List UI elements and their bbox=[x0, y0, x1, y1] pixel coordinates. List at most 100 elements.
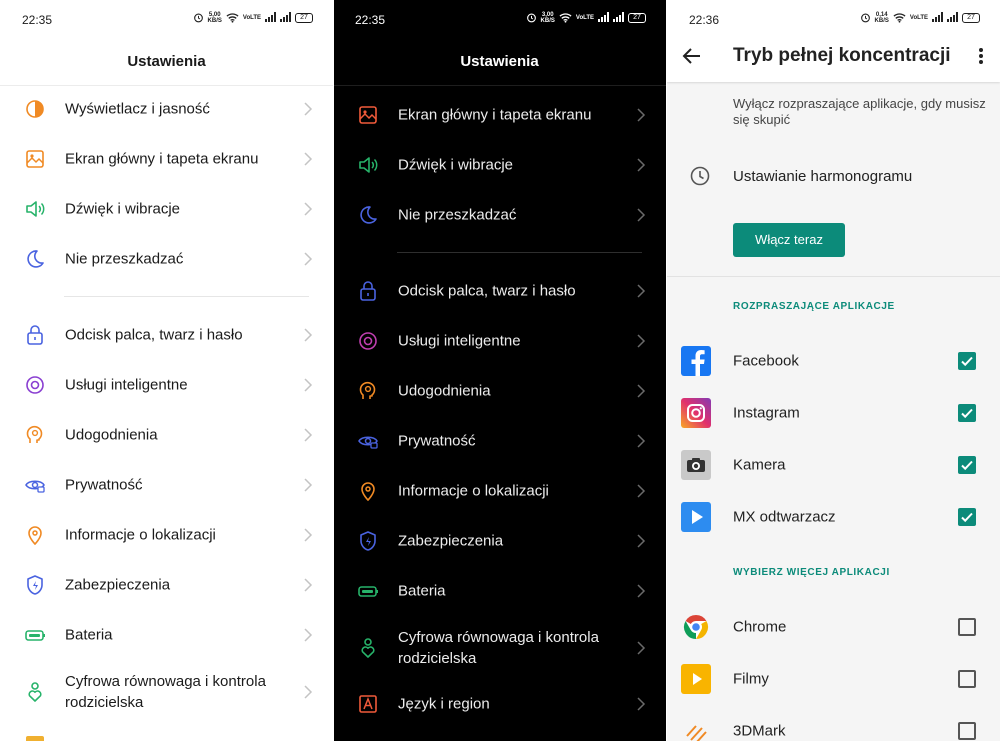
settings-item-accessibility[interactable]: Udogodnienia bbox=[333, 366, 666, 416]
settings-item-label: Język i region bbox=[398, 695, 490, 713]
settings-item-protection[interactable]: Zabezpieczenia bbox=[333, 516, 666, 566]
settings-item-wallpaper[interactable]: Ekran główny i tapeta ekranu bbox=[0, 134, 333, 184]
app-row-chrome[interactable]: Chrome bbox=[667, 601, 1000, 653]
volte-badge: VoLTE bbox=[909, 15, 928, 21]
settings-item-label: Ekran główny i tapeta ekranu bbox=[398, 106, 592, 124]
checkbox-checked[interactable] bbox=[958, 352, 976, 370]
settings-item-label: Odcisk palca, twarz i hasło bbox=[398, 282, 576, 300]
target-icon bbox=[24, 374, 46, 396]
settings-panel-dark: 22:35 3,00 KB/S VoLTE 27 Ustawienia Ekran… bbox=[333, 0, 666, 741]
settings-item-location[interactable]: Informacje o lokalizacji bbox=[333, 466, 666, 516]
app-row-camera[interactable]: Kamera bbox=[667, 439, 1000, 491]
lock-icon bbox=[24, 324, 46, 346]
settings-item-sound[interactable]: Dźwięk i wibracje bbox=[333, 140, 666, 190]
settings-item-accessibility[interactable]: Udogodnienia bbox=[0, 410, 333, 460]
brightness-icon bbox=[24, 98, 46, 120]
section-header-more-apps: WYBIERZ WIĘCEJ APLIKACJI bbox=[733, 567, 890, 578]
chevron-right-icon bbox=[303, 377, 313, 393]
settings-item-protection[interactable]: Zabezpieczenia bbox=[0, 560, 333, 610]
heart-person-icon bbox=[357, 637, 379, 659]
settings-item-location[interactable]: Informacje o lokalizacji bbox=[0, 510, 333, 560]
app-row-facebook[interactable]: Facebook bbox=[667, 335, 1000, 387]
checkbox-checked[interactable] bbox=[958, 404, 976, 422]
battery-level: 27 bbox=[962, 13, 980, 23]
chevron-right-icon bbox=[636, 107, 646, 123]
section-header-distracting: ROZPRASZAJĄCE APLIKACJE bbox=[733, 301, 895, 312]
status-time: 22:35 bbox=[22, 13, 53, 27]
app-label: 3DMark bbox=[733, 722, 786, 740]
app-row-filmy[interactable]: Filmy bbox=[667, 653, 1000, 705]
app-row-instagram[interactable]: Instagram bbox=[667, 387, 1000, 439]
wifi-icon bbox=[893, 12, 906, 25]
checkbox-unchecked[interactable] bbox=[958, 670, 976, 688]
settings-item-security-lock[interactable]: Odcisk palca, twarz i hasło bbox=[333, 266, 666, 316]
settings-item-language[interactable]: Język i region bbox=[333, 679, 666, 729]
settings-item-label: Bateria bbox=[398, 582, 446, 600]
battery-icon bbox=[24, 624, 46, 646]
settings-item-label: Informacje o lokalizacji bbox=[65, 526, 216, 544]
section-divider bbox=[397, 252, 642, 253]
battery-level: 27 bbox=[628, 13, 646, 23]
settings-item-display[interactable]: Wyświetlacz i jasność bbox=[0, 84, 333, 134]
checkbox-unchecked[interactable] bbox=[958, 722, 976, 740]
page-title: Ustawienia bbox=[127, 53, 206, 70]
signal-icon bbox=[947, 12, 958, 24]
chevron-right-icon bbox=[636, 483, 646, 499]
settings-item-smart-services[interactable]: Usługi inteligentne bbox=[0, 360, 333, 410]
settings-item-smart-services[interactable]: Usługi inteligentne bbox=[333, 316, 666, 366]
settings-item-dnd[interactable]: Nie przeszkadzać bbox=[333, 190, 666, 240]
heart-person-icon bbox=[24, 681, 46, 703]
focus-mode-panel: 22:36 0,14 KB/S VoLTE 27 Tryb pełnej konc… bbox=[667, 0, 1000, 741]
settings-item-digital-wellbeing[interactable]: Cyfrowa równowaga i kontrola rodzicielsk… bbox=[333, 620, 666, 676]
settings-item-label: Informacje o lokalizacji bbox=[398, 482, 549, 500]
status-bar: 22:36 0,14 KB/S VoLTE 27 bbox=[667, 0, 1000, 40]
location-pin-icon bbox=[24, 524, 46, 546]
network-speed: 0,14 KB/S bbox=[874, 12, 889, 24]
enable-now-button[interactable]: Włącz teraz bbox=[733, 223, 845, 257]
chevron-right-icon bbox=[303, 684, 313, 700]
app-row-mx-player[interactable]: MX odtwarzacz bbox=[667, 491, 1000, 543]
app-row-3dmark[interactable]: 3DMark bbox=[667, 705, 1000, 741]
settings-item-digital-wellbeing[interactable]: Cyfrowa równowaga i kontrola rodzicielsk… bbox=[0, 664, 333, 720]
checkbox-checked[interactable] bbox=[958, 456, 976, 474]
settings-item-privacy[interactable]: Prywatność bbox=[333, 416, 666, 466]
settings-item-label: Nie przeszkadzać bbox=[65, 250, 184, 268]
wallpaper-icon bbox=[24, 148, 46, 170]
settings-item-label: Usługi inteligentne bbox=[65, 376, 188, 394]
moon-icon bbox=[357, 204, 379, 226]
settings-item-privacy[interactable]: Prywatność bbox=[0, 460, 333, 510]
settings-item-label: Dźwięk i wibracje bbox=[398, 156, 514, 174]
settings-item-label: Bateria bbox=[65, 626, 113, 644]
back-arrow-icon[interactable] bbox=[681, 45, 703, 67]
head-icon bbox=[357, 380, 379, 402]
settings-item-battery[interactable]: Bateria bbox=[333, 566, 666, 616]
play-icon bbox=[681, 502, 711, 532]
settings-item-security-lock[interactable]: Odcisk palca, twarz i hasło bbox=[0, 310, 333, 360]
settings-item-battery[interactable]: Bateria bbox=[0, 610, 333, 660]
chevron-right-icon bbox=[636, 333, 646, 349]
instagram-icon bbox=[681, 398, 711, 428]
speaker-icon bbox=[357, 154, 379, 176]
panel-gap bbox=[333, 0, 334, 741]
settings-item-sound[interactable]: Dźwięk i wibracje bbox=[0, 184, 333, 234]
signal-icon bbox=[598, 12, 609, 24]
shield-icon bbox=[357, 530, 379, 552]
settings-item-dnd[interactable]: Nie przeszkadzać bbox=[0, 234, 333, 284]
chevron-right-icon bbox=[303, 627, 313, 643]
alarm-icon bbox=[860, 12, 871, 25]
more-options-icon[interactable] bbox=[976, 45, 986, 67]
checkbox-unchecked[interactable] bbox=[958, 618, 976, 636]
alarm-icon bbox=[526, 12, 537, 25]
chevron-right-icon bbox=[636, 383, 646, 399]
checkbox-checked[interactable] bbox=[958, 508, 976, 526]
section-divider bbox=[64, 296, 309, 297]
alarm-icon bbox=[193, 12, 204, 25]
settings-item-wallpaper[interactable]: Ekran główny i tapeta ekranu bbox=[333, 90, 666, 140]
schedule-setting[interactable]: Ustawianie harmonogramu bbox=[733, 168, 912, 185]
app-label: Kamera bbox=[733, 456, 786, 474]
camera-icon bbox=[681, 450, 711, 480]
chevron-right-icon bbox=[636, 207, 646, 223]
status-time: 22:35 bbox=[355, 13, 386, 27]
status-time: 22:36 bbox=[689, 13, 720, 27]
wallpaper-icon bbox=[357, 104, 379, 126]
